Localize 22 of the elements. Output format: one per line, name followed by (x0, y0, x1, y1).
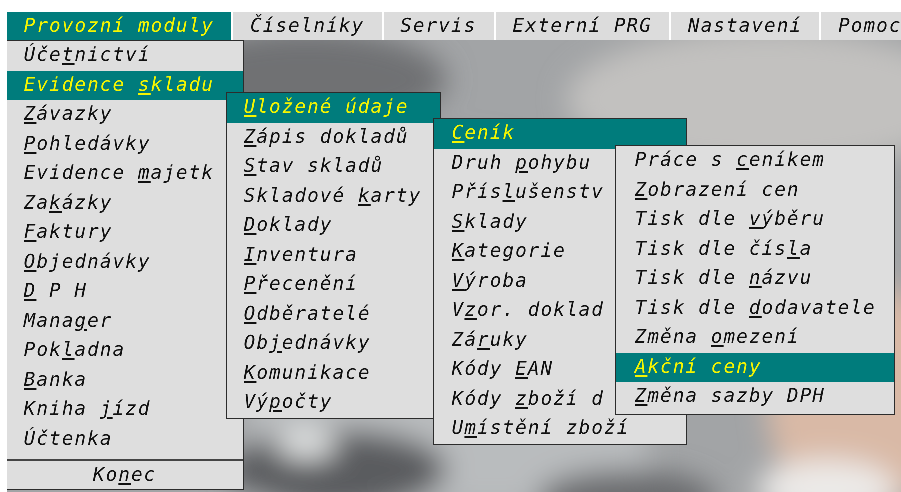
menu-bar-item[interactable]: Provozní moduly (7, 12, 232, 40)
menu-item[interactable]: Tisk dle dodavatele (616, 294, 894, 323)
menu-item[interactable]: Umístění zboží (434, 414, 686, 444)
menu-item[interactable]: Akční ceny (616, 352, 894, 382)
menu-bar-item[interactable]: Servis (384, 12, 494, 40)
menu-item[interactable]: Změna omezení (616, 323, 894, 352)
menu-item[interactable]: Konec (7, 459, 243, 489)
menu-item[interactable]: Práce s ceníkem (616, 146, 894, 176)
menu-item[interactable]: Tisk dle výběru (616, 205, 894, 234)
menu-item[interactable]: Ceník (434, 119, 686, 148)
menu-item[interactable]: Tisk dle čís l a (616, 234, 894, 264)
menu-bar-item[interactable]: Nastavení (671, 12, 820, 40)
menu-item[interactable]: Změna sazby DPH (616, 382, 894, 412)
menu-item[interactable]: Tisk dle názvu (616, 264, 894, 294)
menu-item[interactable]: Účtenka (7, 424, 243, 454)
menu-bar-item[interactable]: Externí PRG (496, 12, 670, 40)
menu-bar-item[interactable]: Číselníky (233, 12, 382, 40)
menu-item[interactable]: Úče tnictví (7, 41, 243, 70)
menu-item[interactable]: U ložené údaje (227, 93, 440, 122)
menu-item[interactable]: Zobrazení cen (616, 176, 894, 205)
menu-item[interactable]: Evidence skladu (7, 70, 243, 100)
menu-bar-item[interactable]: Pomoc (821, 12, 901, 40)
